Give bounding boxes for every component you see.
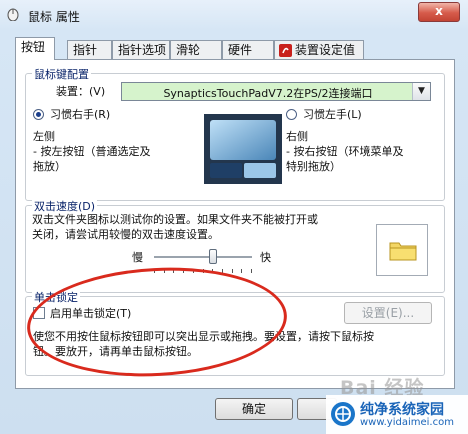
touchpad-image xyxy=(204,114,282,184)
slow-label: 慢 xyxy=(132,251,143,264)
click-lock-description: 使您不用按住鼠标按钮即可以突出显示或拖拽。要设置，请按下鼠标按 钮。要放开，请再… xyxy=(33,330,374,358)
tab-wheel[interactable]: 滑轮 xyxy=(170,40,222,59)
tab-buttons[interactable]: 按钮 xyxy=(15,37,55,60)
chevron-down-icon: ▼ xyxy=(412,83,430,100)
device-label: 装置：(V) xyxy=(56,85,106,98)
folder-icon xyxy=(389,242,417,261)
click-lock-settings-button[interactable]: 设置(E)... xyxy=(344,302,432,324)
double-click-group: 双击速度(D) 双击文件夹图标以测试你的设置。如果文件夹不能被打开或 关闭，请尝… xyxy=(25,198,445,293)
speed-slider-track[interactable] xyxy=(154,256,252,259)
slider-tick xyxy=(241,269,243,273)
click-lock-checkbox[interactable] xyxy=(33,307,45,319)
left-button-caption: 左侧 - 按左按钮（普通选定及 拖放） xyxy=(33,130,151,173)
close-button[interactable]: x xyxy=(418,2,460,22)
speed-slider-ticks xyxy=(154,269,252,273)
right-button-caption: 右侧 - 按右按钮（环境菜单及 特别拖放） xyxy=(286,130,404,173)
right-hand-radio[interactable] xyxy=(33,109,44,120)
slider-tick xyxy=(192,269,194,273)
brand-logo-icon xyxy=(331,402,355,426)
slider-tick xyxy=(154,269,155,273)
device-select-value: SynapticsTouchPadV7.2在PS/2连接端口 xyxy=(163,87,373,100)
site-brand: 纯净系统家园 www.yidaimei.com xyxy=(326,395,468,434)
slider-tick xyxy=(183,269,185,273)
click-lock-title: 单击锁定 xyxy=(32,289,80,305)
tab-panel-buttons: 鼠标键配置 装置：(V) SynapticsTouchPadV7.2在PS/2连… xyxy=(15,59,455,389)
mouse-icon xyxy=(7,8,19,21)
window-title: 鼠标 属性 xyxy=(28,10,80,24)
right-hand-label[interactable]: 习惯右手(R) xyxy=(50,107,110,122)
fast-label: 快 xyxy=(260,251,271,264)
close-icon: x xyxy=(435,4,443,18)
slider-tick xyxy=(231,269,233,273)
tab-label: 指针选项 xyxy=(118,43,167,57)
device-select[interactable]: SynapticsTouchPadV7.2在PS/2连接端口 ▼ xyxy=(121,82,431,101)
tab-pointers[interactable]: 指针 xyxy=(67,40,112,59)
globe-icon xyxy=(335,406,351,422)
tab-label: 指针 xyxy=(73,43,98,57)
brand-name: 纯净系统家园 xyxy=(360,402,444,418)
slider-tick xyxy=(173,269,175,273)
double-click-description: 双击文件夹图标以测试你的设置。如果文件夹不能被打开或 关闭，请尝试用较慢的双击速… xyxy=(32,213,318,241)
folder-test-area[interactable] xyxy=(376,224,428,276)
slider-tick xyxy=(212,269,214,273)
left-hand-radio[interactable] xyxy=(286,109,297,120)
mouse-properties-window: 鼠标 属性 x 按钮 指针 指针选项 滑轮 硬件 装置设定值 鼠标键配置 装置：… xyxy=(0,0,468,434)
slider-tick xyxy=(221,269,223,273)
tab-label: 硬件 xyxy=(228,43,253,57)
button-config-title: 鼠标键配置 xyxy=(32,66,91,82)
brand-url: www.yidaimei.com xyxy=(360,417,454,428)
left-hand-label[interactable]: 习惯左手(L) xyxy=(303,107,362,122)
ok-button[interactable]: 确定 xyxy=(215,398,293,420)
click-lock-group: 单击锁定 启用单击锁定(T) 设置(E)... 使您不用按住鼠标按钮即可以突出显… xyxy=(25,289,445,376)
tab-label: 装置设定值 xyxy=(295,43,356,57)
slider-tick xyxy=(251,269,252,273)
settings-button-label: 设置(E)... xyxy=(361,306,415,320)
slider-tick xyxy=(163,269,165,273)
speed-slider-thumb[interactable] xyxy=(208,249,217,264)
synaptics-icon xyxy=(279,44,292,57)
click-lock-label[interactable]: 启用单击锁定(T) xyxy=(50,306,131,321)
tab-device-settings[interactable]: 装置设定值 xyxy=(274,40,364,59)
button-config-group: 鼠标键配置 装置：(V) SynapticsTouchPadV7.2在PS/2连… xyxy=(25,66,445,201)
tab-pointer-options[interactable]: 指针选项 xyxy=(112,40,170,59)
title-bar: 鼠标 属性 x xyxy=(0,0,468,30)
tab-label: 按钮 xyxy=(21,40,46,54)
slider-tick xyxy=(202,269,204,273)
ok-button-label: 确定 xyxy=(241,402,266,416)
tab-label: 滑轮 xyxy=(176,43,201,57)
tab-hardware[interactable]: 硬件 xyxy=(222,40,274,59)
